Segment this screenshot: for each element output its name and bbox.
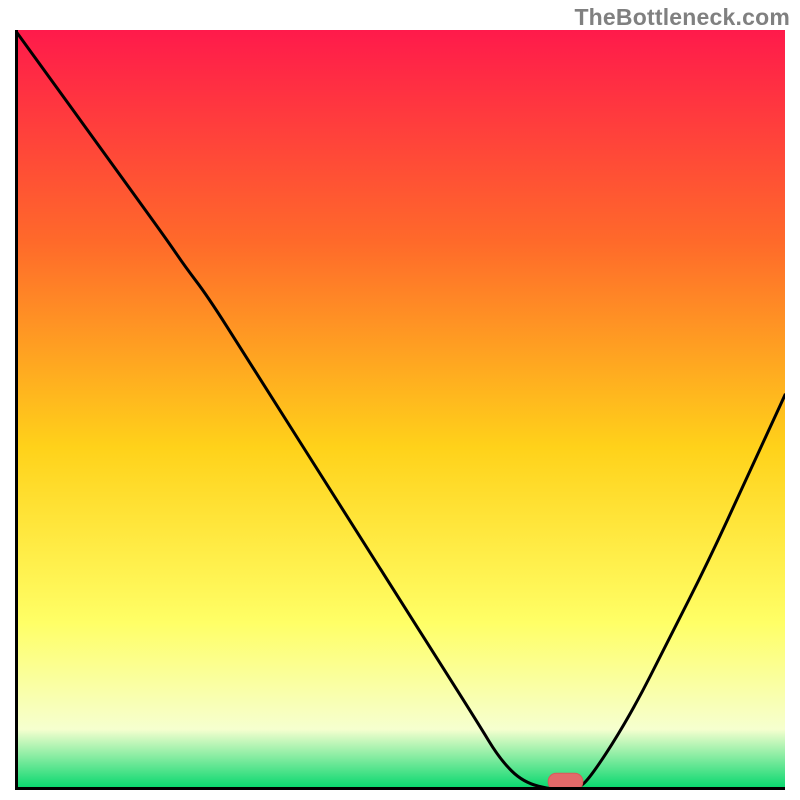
gradient-background (15, 30, 785, 790)
plot-svg (15, 30, 785, 790)
plot-area (15, 30, 785, 790)
y-axis (15, 30, 18, 790)
chart-frame: TheBottleneck.com (0, 0, 800, 800)
watermark-text: TheBottleneck.com (574, 4, 790, 31)
x-axis (15, 787, 785, 790)
